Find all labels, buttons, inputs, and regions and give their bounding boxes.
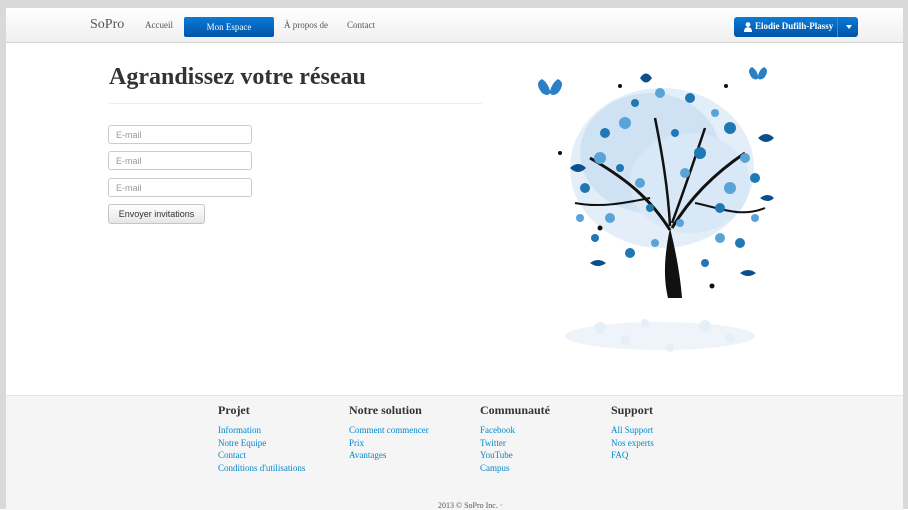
footer-link-notre-equipe[interactable]: Notre Equipe xyxy=(218,437,305,450)
page-title: Agrandissez votre réseau xyxy=(109,64,366,90)
user-name: Elodie Dufilh-Plassy xyxy=(755,21,834,31)
footer-column-notre-solution: Notre solution Comment commencer Prix Av… xyxy=(349,403,429,462)
footer-link-nos-experts[interactable]: Nos experts xyxy=(611,437,654,450)
brand-logo[interactable]: SoPro xyxy=(90,17,124,33)
user-menu-button[interactable]: Elodie Dufilh-Plassy xyxy=(734,17,858,37)
email-field-3[interactable] xyxy=(108,178,252,197)
top-navbar: SoPro Accueil Mon Espace À propos de Con… xyxy=(6,8,903,43)
footer-link-comment-commencer[interactable]: Comment commencer xyxy=(349,424,429,437)
email-field-1[interactable] xyxy=(108,125,252,144)
footer: Projet Information Notre Equipe Contact … xyxy=(6,395,903,510)
user-menu-separator xyxy=(837,17,838,37)
footer-link-conditions[interactable]: Conditions d'utilisations xyxy=(218,462,305,475)
footer-heading: Projet xyxy=(218,403,250,417)
send-invitations-button[interactable]: Envoyer invitations xyxy=(108,204,205,224)
title-divider xyxy=(109,103,482,104)
browser-frame-top xyxy=(0,0,908,8)
footer-link-avantages[interactable]: Avantages xyxy=(349,449,429,462)
footer-link-facebook[interactable]: Facebook xyxy=(480,424,550,437)
tree-illustration xyxy=(538,67,774,352)
footer-link-information[interactable]: Information xyxy=(218,424,305,437)
footer-heading: Communauté xyxy=(480,403,551,417)
footer-heading: Support xyxy=(611,403,654,417)
footer-link-campus[interactable]: Campus xyxy=(480,462,550,475)
nav-link-accueil[interactable]: Accueil xyxy=(145,20,173,30)
footer-column-support: Support All Support Nos experts FAQ xyxy=(611,403,654,462)
email-field-2[interactable] xyxy=(108,151,252,170)
footer-heading: Notre solution xyxy=(349,403,422,417)
footer-link-contact[interactable]: Contact xyxy=(218,449,305,462)
nav-link-contact[interactable]: Contact xyxy=(347,20,375,30)
footer-link-prix[interactable]: Prix xyxy=(349,437,429,450)
browser-frame-right xyxy=(903,0,908,509)
footer-column-projet: Projet Information Notre Equipe Contact … xyxy=(218,403,305,474)
chevron-down-icon[interactable] xyxy=(846,25,852,29)
nav-link-a-propos[interactable]: À propos de xyxy=(284,20,328,30)
user-icon xyxy=(744,22,752,32)
footer-link-faq[interactable]: FAQ xyxy=(611,449,654,462)
footer-link-twitter[interactable]: Twitter xyxy=(480,437,550,450)
footer-column-communaute: Communauté Facebook Twitter YouTube Camp… xyxy=(480,403,550,474)
footer-link-youtube[interactable]: YouTube xyxy=(480,449,550,462)
nav-link-mon-espace[interactable]: Mon Espace xyxy=(184,17,274,37)
footer-link-all-support[interactable]: All Support xyxy=(611,424,654,437)
